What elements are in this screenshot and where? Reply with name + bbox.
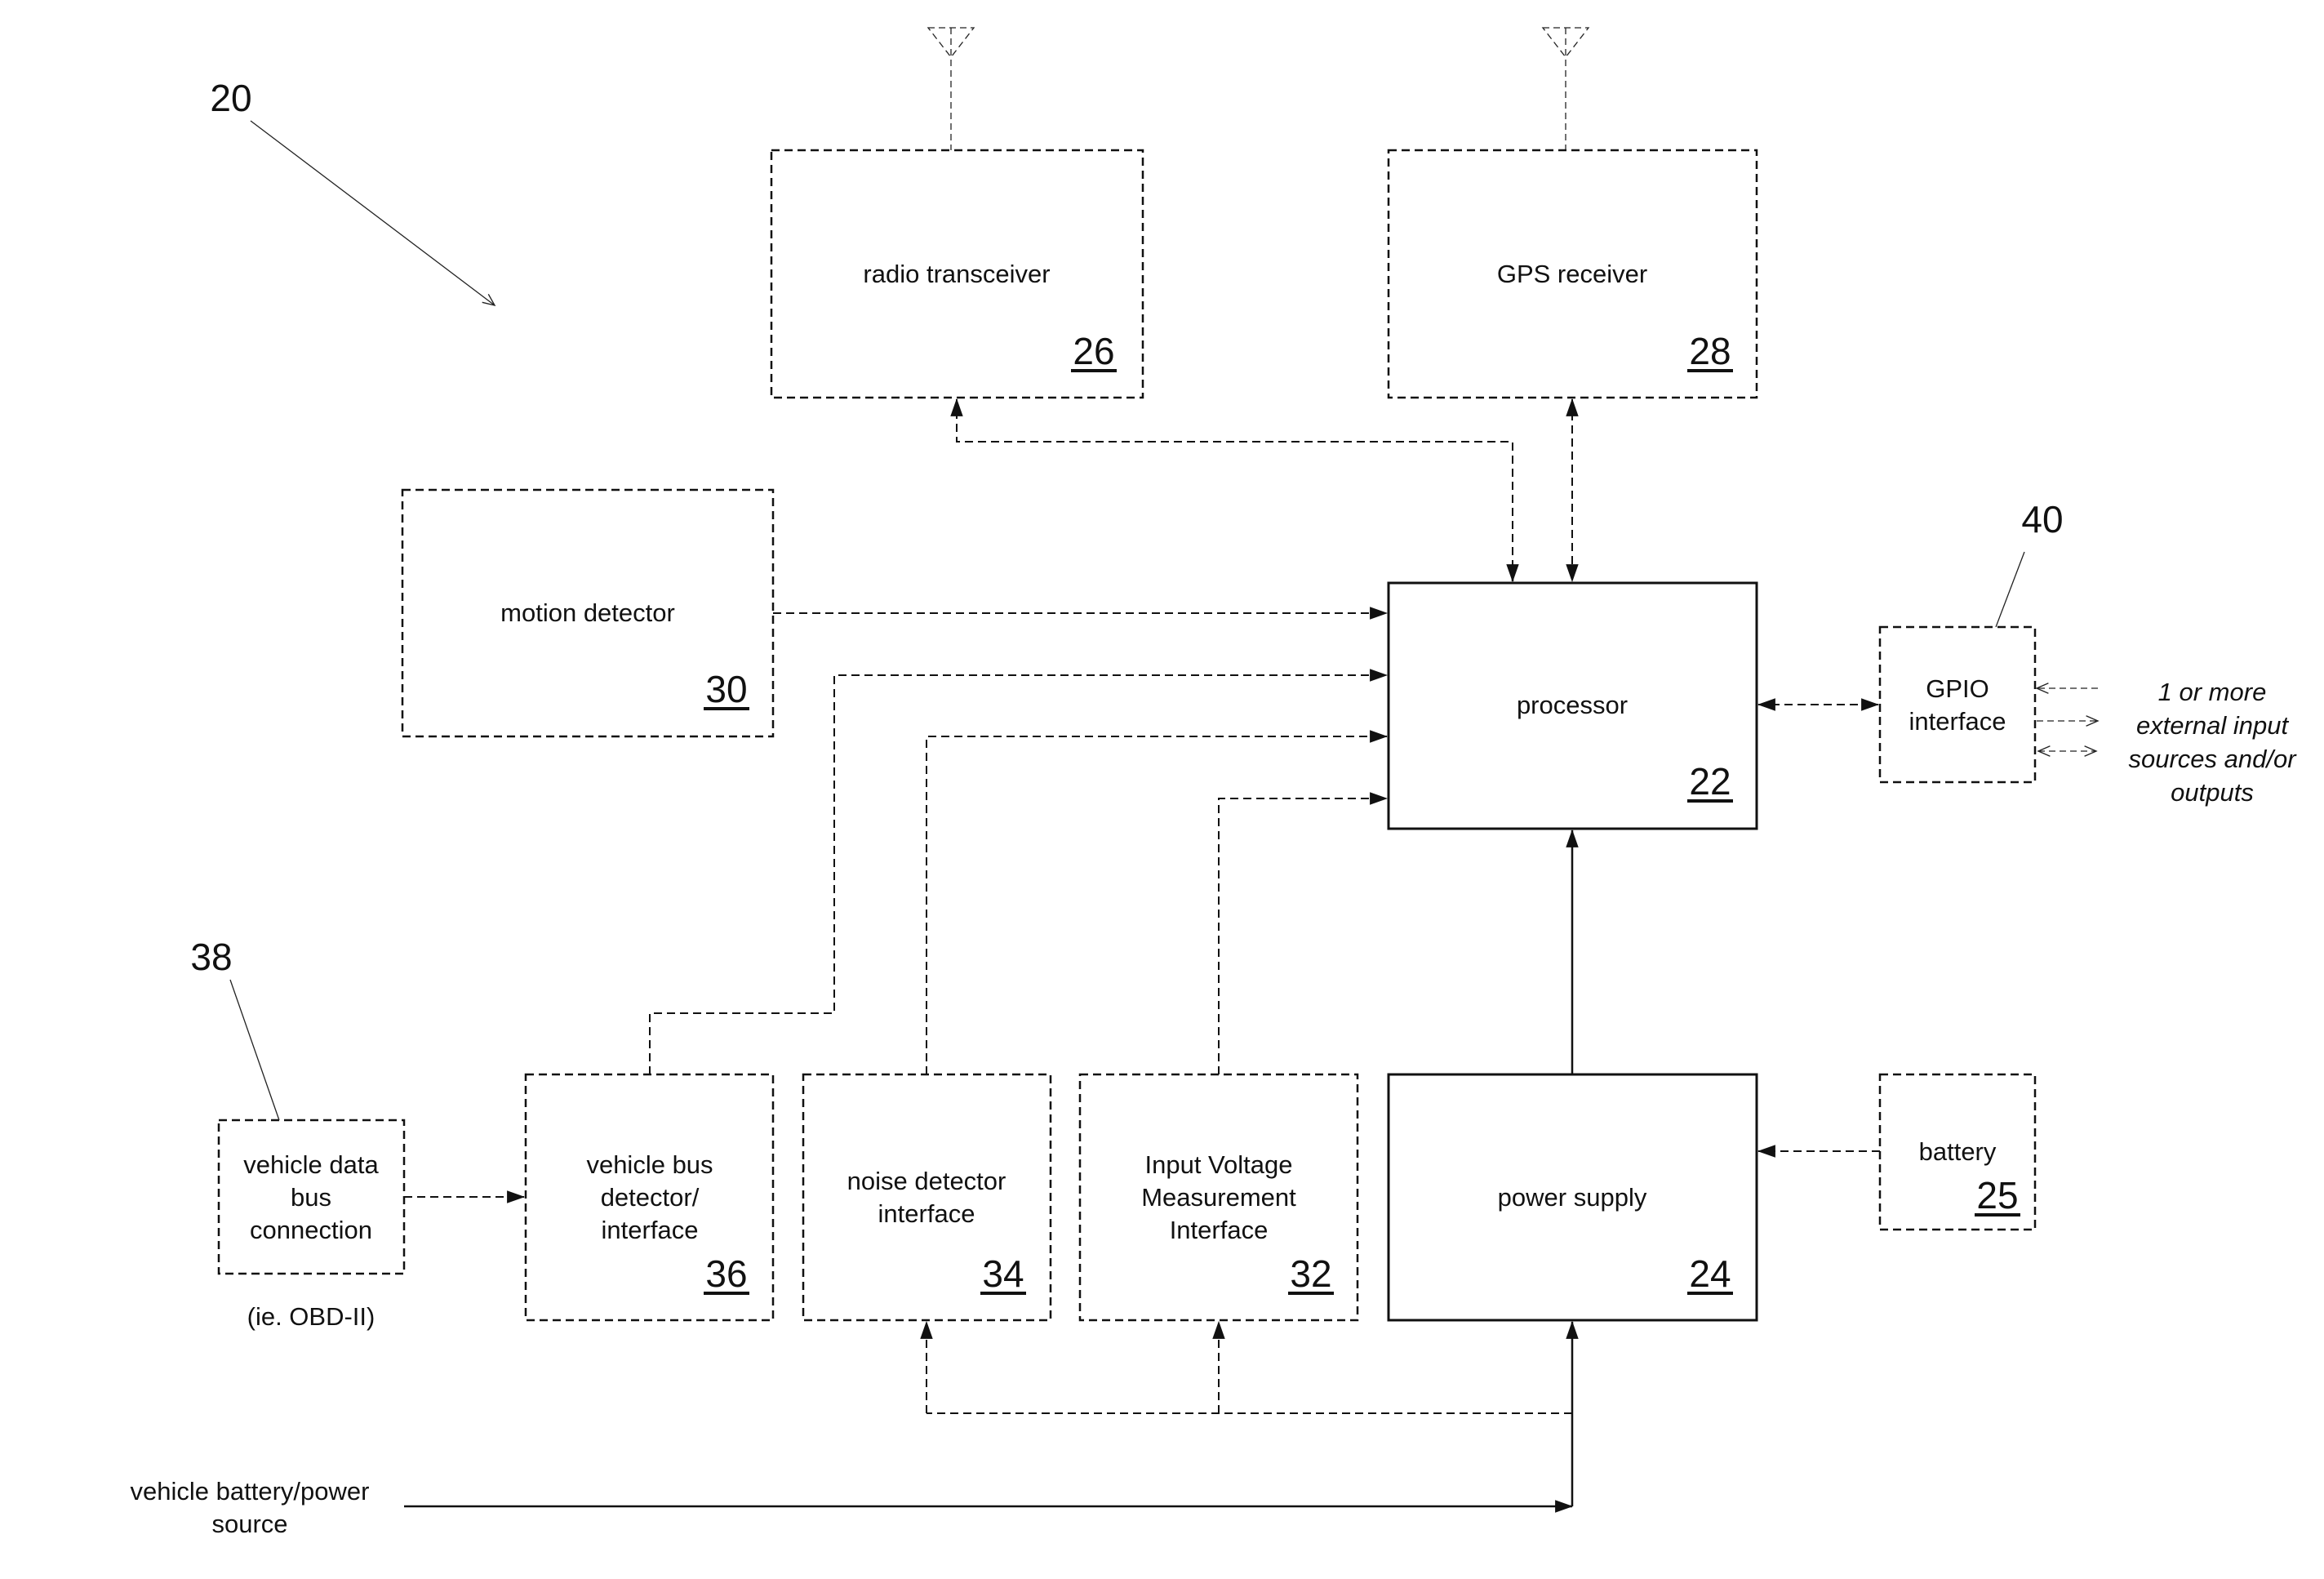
power-supply-label: power supply xyxy=(1498,1183,1647,1212)
vdb-label-line1: vehicle data xyxy=(243,1150,379,1179)
processor-ref: 22 xyxy=(1689,760,1731,803)
block-radio-transceiver[interactable]: radio transceiver 26 xyxy=(770,149,1144,399)
gpio-io-note-line2: external input xyxy=(2136,711,2290,740)
connector-noise-processor xyxy=(926,730,1389,1074)
ivm-label-line3: Interface xyxy=(1170,1216,1269,1244)
vdb-reference: 38 xyxy=(190,936,280,1121)
vbd-label-line2: detector/ xyxy=(601,1183,700,1212)
block-vehicle-bus-detector[interactable]: vehicle bus detector/ interface 36 xyxy=(524,1073,775,1322)
figure-reference-arrow xyxy=(250,120,496,307)
gps-receiver-ref: 28 xyxy=(1689,330,1731,372)
power-supply-ref: 24 xyxy=(1689,1252,1731,1295)
battery-ref: 25 xyxy=(1976,1174,2018,1216)
gpio-reference: 40 xyxy=(1995,498,2064,628)
connector-processor-radio xyxy=(950,398,1513,581)
motion-detector-ref: 30 xyxy=(705,668,747,710)
vdb-label-line3: connection xyxy=(250,1216,372,1244)
vdb-label-line2: bus xyxy=(291,1183,331,1212)
obd-note: (ie. OBD-II) xyxy=(247,1302,375,1331)
block-noise-detector[interactable]: noise detector interface 34 xyxy=(802,1073,1052,1322)
block-processor[interactable]: processor 22 xyxy=(1387,581,1758,830)
battery-label: battery xyxy=(1919,1137,1997,1166)
vehicle-power-label-line2: source xyxy=(211,1510,287,1538)
radio-transceiver-ref: 26 xyxy=(1073,330,1114,372)
block-motion-detector[interactable]: motion detector 30 xyxy=(401,488,775,738)
gpio-io-note-line1: 1 or more xyxy=(2158,678,2267,706)
vbd-ref: 36 xyxy=(705,1252,747,1295)
gpio-label-line1: GPIO xyxy=(1926,674,1989,703)
noise-label-line1: noise detector xyxy=(847,1167,1006,1195)
vbd-label-line3: interface xyxy=(602,1216,699,1244)
gpio-external-io: 1 or more external input sources and/or … xyxy=(2035,678,2297,807)
antenna-icon xyxy=(926,27,975,150)
gpio-ref: 40 xyxy=(2021,498,2063,540)
gpio-label-line2: interface xyxy=(1909,707,2006,736)
gps-receiver-label: GPS receiver xyxy=(1497,260,1647,288)
block-input-voltage-measurement[interactable]: Input Voltage Measurement Interface 32 xyxy=(1078,1073,1359,1322)
radio-transceiver-label: radio transceiver xyxy=(863,260,1050,288)
vdb-ref: 38 xyxy=(190,936,232,978)
motion-detector-label: motion detector xyxy=(500,598,675,627)
noise-ref: 34 xyxy=(982,1252,1024,1295)
vbd-label-line1: vehicle bus xyxy=(586,1150,713,1179)
gpio-io-note-line4: outputs xyxy=(2171,778,2254,807)
noise-label-line2: interface xyxy=(878,1199,975,1228)
figure-reference: 20 xyxy=(210,77,496,307)
vehicle-power-label-line1: vehicle battery/power xyxy=(131,1477,370,1506)
block-diagram: 20 radio transceiver 26 GPS receiver 28 … xyxy=(131,27,2297,1538)
block-gpio-interface[interactable]: GPIO interface xyxy=(1878,625,2037,784)
block-power-supply[interactable]: power supply 24 xyxy=(1387,1073,1758,1322)
processor-label: processor xyxy=(1517,691,1628,719)
ivm-label-line2: Measurement xyxy=(1141,1183,1296,1212)
ivm-ref: 32 xyxy=(1290,1252,1331,1295)
connector-ivm-processor xyxy=(1218,792,1389,1074)
ivm-label-line1: Input Voltage xyxy=(1145,1150,1293,1179)
block-battery[interactable]: battery 25 xyxy=(1878,1073,2037,1231)
antenna-icon xyxy=(1541,27,1590,150)
block-gps-receiver[interactable]: GPS receiver 28 xyxy=(1387,149,1758,399)
figure-reference-label: 20 xyxy=(210,77,251,119)
block-vehicle-data-bus-connection[interactable]: vehicle data bus connection xyxy=(217,1119,406,1275)
gpio-io-note-line3: sources and/or xyxy=(2128,745,2297,773)
